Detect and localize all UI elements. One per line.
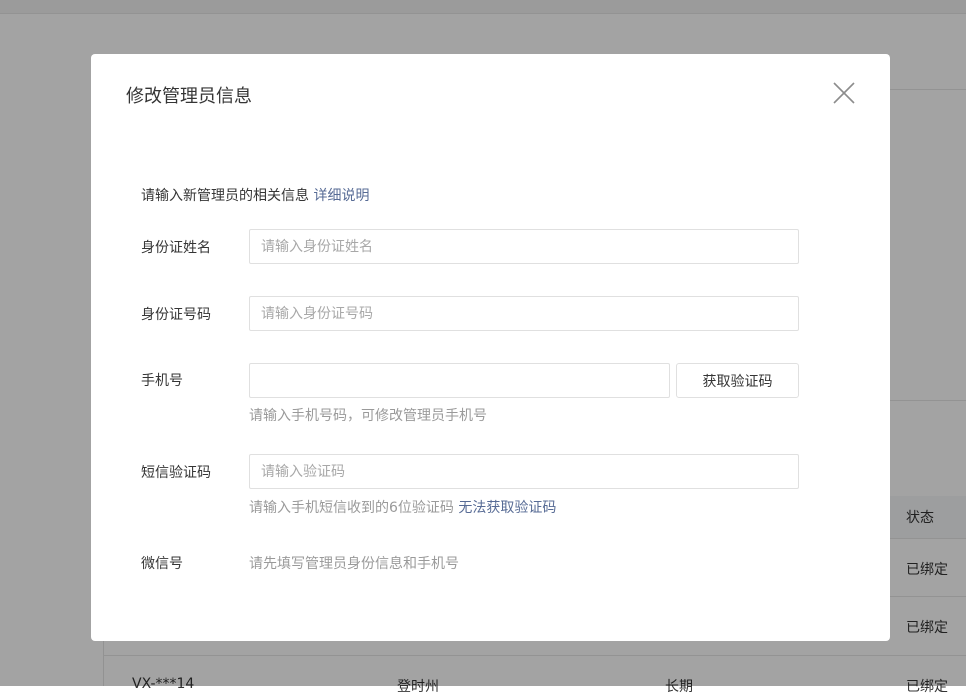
- sms-code-hint-text: 请输入手机短信收到的6位验证码: [249, 500, 454, 516]
- get-code-button[interactable]: 获取验证码: [676, 363, 799, 398]
- id-number-label: 身份证号码: [141, 307, 211, 323]
- sms-code-label: 短信验证码: [141, 465, 211, 481]
- phone-input[interactable]: [249, 363, 670, 398]
- id-name-label: 身份证姓名: [141, 240, 211, 256]
- details-link[interactable]: 详细说明: [313, 188, 369, 204]
- phone-label: 手机号: [141, 373, 183, 389]
- dialog-title: 修改管理员信息: [126, 86, 252, 107]
- id-name-input[interactable]: [249, 229, 799, 264]
- close-button[interactable]: [831, 80, 857, 106]
- sms-code-input[interactable]: [249, 454, 799, 489]
- id-number-input[interactable]: [249, 296, 799, 331]
- close-icon: [833, 82, 855, 104]
- sms-code-hint: 请输入手机短信收到的6位验证码 无法获取验证码: [249, 497, 556, 517]
- edit-admin-dialog: 修改管理员信息 请输入新管理员的相关信息 详细说明 身份证姓名 身份证号码 手机…: [91, 54, 890, 641]
- wechat-label: 微信号: [141, 556, 183, 572]
- intro-text: 请输入新管理员的相关信息 详细说明: [141, 185, 369, 205]
- cannot-get-code-link[interactable]: 无法获取验证码: [458, 500, 556, 516]
- phone-hint: 请输入手机号码，可修改管理员手机号: [249, 408, 487, 424]
- intro-label: 请输入新管理员的相关信息: [141, 188, 309, 204]
- wechat-hint: 请先填写管理员身份信息和手机号: [249, 556, 459, 572]
